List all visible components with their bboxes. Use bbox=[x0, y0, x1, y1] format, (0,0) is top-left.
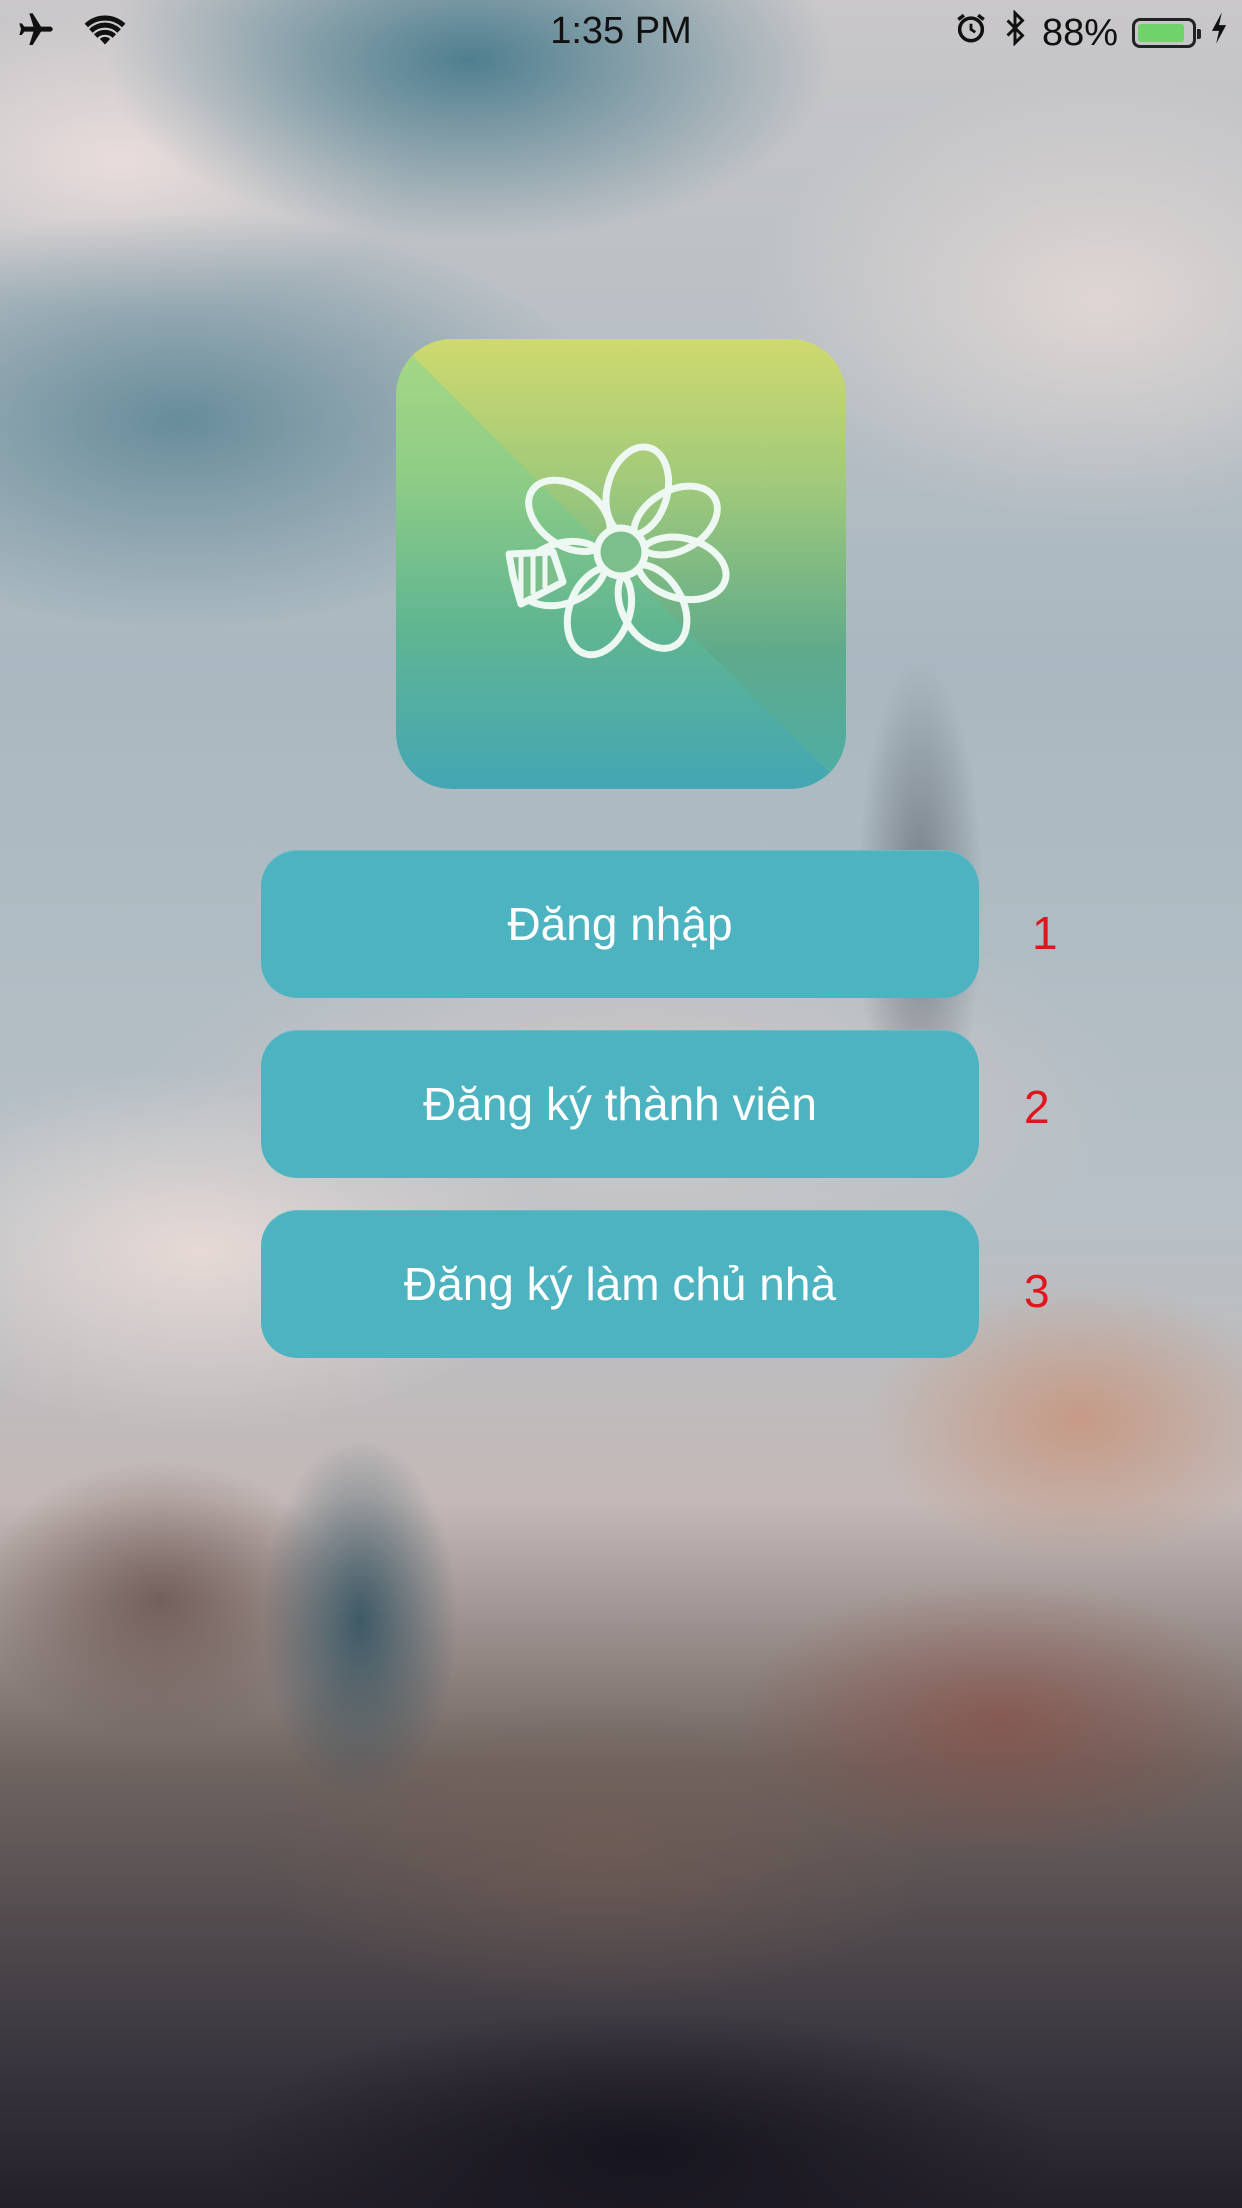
battery-icon bbox=[1132, 18, 1201, 48]
login-button-label: Đăng nhập bbox=[507, 898, 733, 950]
annotation-3: 3 bbox=[1024, 1265, 1050, 1317]
battery-percent: 88% bbox=[1041, 11, 1118, 54]
app-logo bbox=[396, 339, 846, 789]
charging-icon bbox=[1210, 11, 1228, 55]
annotation-2: 2 bbox=[1024, 1081, 1050, 1133]
register-member-button-label: Đăng ký thành viên bbox=[423, 1078, 817, 1130]
annotation-1: 1 bbox=[1032, 907, 1058, 959]
status-bar: 1:35 PM 88% bbox=[0, 0, 1242, 62]
flower-icon bbox=[505, 443, 730, 659]
register-host-button-label: Đăng ký làm chủ nhà bbox=[403, 1258, 837, 1310]
login-button[interactable]: Đăng nhập bbox=[261, 850, 979, 998]
alarm-icon bbox=[954, 11, 988, 55]
register-member-button[interactable]: Đăng ký thành viên bbox=[261, 1030, 979, 1178]
bluetooth-icon bbox=[1002, 9, 1028, 56]
register-host-button[interactable]: Đăng ký làm chủ nhà bbox=[261, 1210, 979, 1358]
